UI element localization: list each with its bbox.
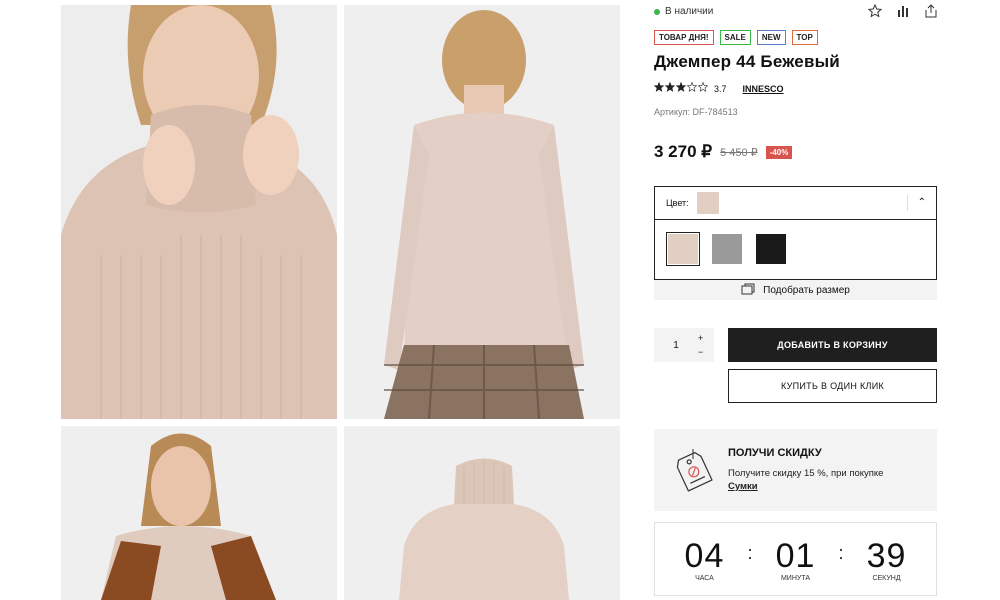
- color-option-grey[interactable]: [710, 232, 744, 266]
- discount-tag-icon: [672, 447, 714, 493]
- timer-seconds-value: 39: [866, 536, 907, 575]
- add-to-cart-button[interactable]: ДОБАВИТЬ В КОРЗИНУ: [728, 328, 937, 362]
- timer-hours-value: 04: [684, 536, 725, 575]
- timer-minutes: 01 МИНУТА: [776, 537, 816, 582]
- sku: Артикул: DF-784513: [654, 107, 738, 117]
- size-helper-label: Подобрать размер: [763, 284, 850, 296]
- product-photo-1[interactable]: [61, 5, 337, 419]
- quantity-stepper: 1 + −: [654, 328, 714, 362]
- tag-deal-of-day: ТОВАР ДНЯ!: [654, 30, 714, 45]
- quantity-minus-button[interactable]: −: [698, 345, 703, 359]
- rating-row: 3.7 INNESCO: [653, 81, 784, 95]
- promo-link[interactable]: Сумки: [728, 481, 758, 492]
- buy-one-click-button[interactable]: КУПИТЬ В ОДИН КЛИК: [728, 369, 937, 403]
- timer-minutes-value: 01: [775, 536, 816, 575]
- timer-seconds: 39 СЕКУНД: [867, 537, 907, 582]
- product-photo-2[interactable]: [344, 5, 620, 419]
- color-option-black[interactable]: [754, 232, 788, 266]
- timer-separator: :: [838, 542, 844, 563]
- countdown-timer: 04 ЧАСА : 01 МИНУТА : 39 СЕКУНД: [654, 522, 937, 596]
- product-actions: [867, 3, 938, 18]
- timer-separator: :: [747, 542, 753, 563]
- product-photo-4[interactable]: [344, 426, 620, 600]
- ruler-icon: [741, 283, 755, 298]
- promo-description: Получите скидку 15 %, при покупке: [728, 468, 884, 479]
- timer-seconds-label: СЕКУНД: [872, 574, 901, 582]
- color-options: [655, 220, 936, 278]
- promo-title: ПОЛУЧИ СКИДКУ: [728, 447, 822, 459]
- color-option-beige[interactable]: [666, 232, 700, 266]
- stock-label: В наличии: [665, 6, 714, 17]
- discount-promo: ПОЛУЧИ СКИДКУ Получите скидку 15 %, при …: [654, 429, 937, 511]
- share-icon[interactable]: [924, 4, 938, 18]
- product-photo-3[interactable]: [61, 426, 337, 600]
- quantity-plus-button[interactable]: +: [698, 331, 703, 345]
- rating-value: 3.7: [714, 83, 727, 94]
- timer-hours-label: ЧАСА: [695, 574, 714, 582]
- tag-top: TOP: [791, 30, 818, 45]
- color-label: Цвет:: [666, 198, 689, 208]
- current-price: 3 270 ₽: [654, 142, 713, 161]
- product-tags: ТОВАР ДНЯ! SALE NEW TOP: [654, 30, 818, 45]
- quantity-buttons: + −: [698, 331, 703, 359]
- color-dropdown: Цвет: ⌃: [654, 186, 937, 280]
- color-dropdown-header[interactable]: Цвет: ⌃: [655, 187, 936, 220]
- discount-badge: -40%: [765, 145, 793, 159]
- stock-status: В наличии: [654, 6, 713, 17]
- product-title: Джемпер 44 Бежевый: [654, 52, 840, 71]
- old-price: 5 450 ₽: [720, 146, 758, 159]
- in-stock-dot-icon: [654, 8, 660, 15]
- tag-sale: SALE: [719, 30, 751, 45]
- rating-stars: [653, 81, 709, 95]
- quantity-value[interactable]: 1: [654, 340, 698, 351]
- timer-minutes-label: МИНУТА: [780, 574, 811, 582]
- tag-new: NEW: [756, 30, 786, 45]
- selected-color-swatch: [696, 192, 719, 214]
- price-row: 3 270 ₽ 5 450 ₽ -40%: [654, 142, 793, 162]
- compare-chart-icon[interactable]: [896, 4, 910, 18]
- star-outline-icon[interactable]: [867, 3, 883, 18]
- brand-link[interactable]: INNESCO: [743, 84, 784, 94]
- promo-text: Получите скидку 15 %, при покупке Сумки: [728, 467, 928, 493]
- timer-hours: 04 ЧАСА: [685, 537, 725, 582]
- chevron-up-icon[interactable]: ⌃: [906, 195, 926, 211]
